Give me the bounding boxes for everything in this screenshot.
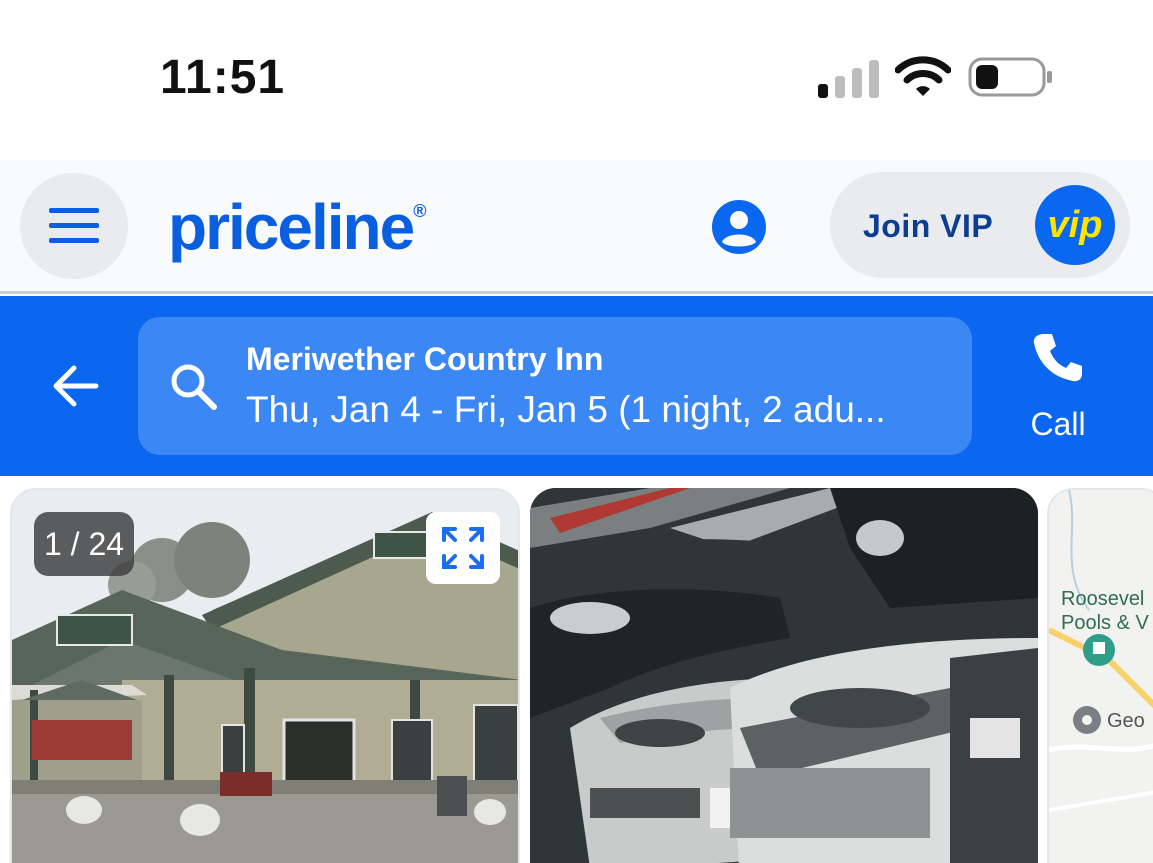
map-preview[interactable]: Roosevel Pools & V Geo xyxy=(1047,488,1153,863)
phone-icon xyxy=(1033,334,1082,382)
map-label-geo: Geo xyxy=(1107,710,1145,732)
priceline-logo[interactable]: priceline® xyxy=(168,190,426,264)
vip-badge: vip xyxy=(1035,185,1115,265)
hamburger-menu-icon xyxy=(49,208,99,243)
join-vip-label: Join VIP xyxy=(863,208,994,244)
photo-gallery[interactable]: 1 / 24 Roosevel Pools & V Geo xyxy=(0,476,1153,863)
account-circle-icon[interactable] xyxy=(710,198,768,256)
parking-cars-photo[interactable] xyxy=(530,488,1038,863)
wifi-icon xyxy=(895,56,951,96)
search-dates-guests: Thu, Jan 4 - Fri, Jan 5 (1 night, 2 adu.… xyxy=(246,389,886,430)
map-label-pools: Pools & V xyxy=(1061,612,1149,634)
parked-cars-image xyxy=(530,488,1038,863)
arrow-left-icon[interactable] xyxy=(46,356,106,416)
search-icon xyxy=(171,364,217,410)
status-time: 11:51 xyxy=(160,51,286,104)
status-bar: 11:51 xyxy=(0,0,1153,160)
fullscreen-expand-icon xyxy=(442,527,484,569)
logo-text: priceline xyxy=(168,191,415,263)
cellular-signal-icon xyxy=(818,60,879,98)
search-hotel-name: Meriwether Country Inn xyxy=(246,341,604,377)
hotel-photo[interactable]: 1 / 24 xyxy=(10,488,520,863)
join-vip-button[interactable]: Join VIP vip xyxy=(830,172,1130,278)
map-label-roosevelt: Roosevel xyxy=(1061,588,1145,610)
expand-button[interactable] xyxy=(426,512,500,584)
map-image xyxy=(1049,490,1153,863)
photo-counter: 1 / 24 xyxy=(34,512,134,576)
app-header: priceline® Join VIP vip xyxy=(0,160,1153,294)
search-summary[interactable]: Meriwether Country Inn Thu, Jan 4 - Fri,… xyxy=(138,317,972,455)
call-button[interactable]: Call xyxy=(1010,326,1106,446)
search-header: Meriwether Country Inn Thu, Jan 4 - Fri,… xyxy=(0,296,1153,476)
call-label: Call xyxy=(1030,406,1086,442)
menu-button[interactable] xyxy=(20,173,128,279)
logo-registered-mark: ® xyxy=(413,201,427,221)
battery-icon xyxy=(968,57,1052,97)
